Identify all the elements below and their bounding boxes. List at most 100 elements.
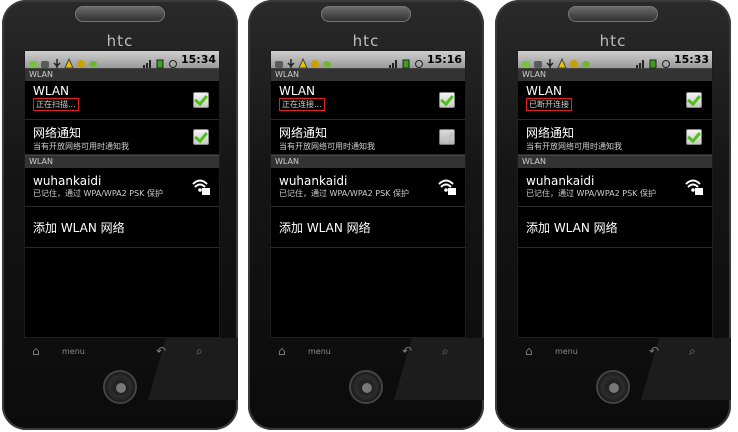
notify-title: 网络通知 bbox=[526, 126, 575, 140]
signal-icon bbox=[388, 54, 398, 68]
signal-icon bbox=[635, 54, 645, 68]
wlan-toggle-row[interactable]: WLAN 已断开连接 bbox=[518, 81, 712, 120]
wlan-title: WLAN bbox=[33, 84, 70, 98]
add-network-label: 添加 WLAN 网络 bbox=[279, 221, 371, 235]
phone-3: htc 15:33 WLAN WLAN 已断开连接 网络通知 当有开放网络可用时… bbox=[495, 0, 731, 430]
notify-checkbox[interactable] bbox=[193, 128, 209, 145]
usb-icon bbox=[52, 54, 62, 68]
earpiece-speaker bbox=[75, 6, 165, 22]
phone-1: htc 15:34 WLAN WLAN 正在扫描... 网络通知 当有开放网络可… bbox=[2, 0, 238, 430]
wlan-title: WLAN bbox=[526, 84, 563, 98]
app-icon bbox=[76, 54, 86, 68]
wlan-status: 正在扫描... bbox=[33, 98, 219, 111]
wlan-title: WLAN bbox=[279, 84, 316, 98]
optical-trackpad[interactable] bbox=[349, 370, 383, 404]
back-icon[interactable]: ↶ bbox=[649, 344, 659, 358]
add-network-row[interactable]: 添加 WLAN 网络 bbox=[271, 207, 465, 248]
check-icon bbox=[687, 128, 701, 144]
networks-section-header: WLAN bbox=[25, 155, 219, 168]
android-icon bbox=[274, 54, 284, 68]
search-icon[interactable]: ⌕ bbox=[196, 344, 203, 359]
wlan-checkbox[interactable] bbox=[193, 91, 209, 108]
check-icon bbox=[194, 91, 208, 107]
check-icon bbox=[687, 91, 701, 107]
section-header: WLAN bbox=[25, 68, 219, 81]
battery-icon bbox=[155, 54, 165, 69]
phone-2: htc 15:16 WLAN WLAN 正在连接... 网络通知 当有开放网络可… bbox=[248, 0, 484, 430]
nav-bar: ⌂ menu ↶ ⌕ bbox=[517, 340, 711, 366]
network-notification-row[interactable]: 网络通知 当有开放网络可用时通知我 bbox=[518, 120, 712, 155]
section-header: WLAN bbox=[271, 68, 465, 81]
usb-icon bbox=[286, 54, 296, 68]
notify-checkbox[interactable] bbox=[686, 128, 702, 145]
add-network-row[interactable]: 添加 WLAN 网络 bbox=[25, 207, 219, 248]
menu-button[interactable]: menu bbox=[308, 347, 331, 356]
home-icon[interactable]: ⌂ bbox=[32, 344, 40, 358]
app-icon bbox=[310, 54, 320, 68]
back-icon[interactable]: ↶ bbox=[156, 344, 166, 358]
clock: 15:16 bbox=[426, 53, 462, 66]
menu-button[interactable]: menu bbox=[555, 347, 578, 356]
app-icon bbox=[569, 54, 579, 68]
section-header: WLAN bbox=[518, 68, 712, 81]
status-bar: 15:33 bbox=[518, 51, 712, 69]
wlan-checkbox[interactable] bbox=[439, 91, 455, 108]
notify-title: 网络通知 bbox=[279, 126, 328, 140]
optical-trackpad[interactable] bbox=[596, 370, 630, 404]
status-bar: 15:16 bbox=[271, 51, 465, 69]
add-network-row[interactable]: 添加 WLAN 网络 bbox=[518, 207, 712, 248]
check-icon bbox=[194, 128, 208, 144]
wifi-lock-icon bbox=[685, 179, 703, 195]
warning-icon bbox=[557, 54, 567, 69]
nav-bar: ⌂ menu ↶ ⌕ bbox=[24, 340, 218, 366]
notify-sub: 当有开放网络可用时通知我 bbox=[33, 142, 129, 151]
screen: 15:34 WLAN WLAN 正在扫描... 网络通知 当有开放网络可用时通知… bbox=[24, 50, 220, 338]
home-icon[interactable]: ⌂ bbox=[278, 344, 286, 358]
nav-bar: ⌂ menu ↶ ⌕ bbox=[270, 340, 464, 366]
wlan-status: 正在连接... bbox=[279, 98, 465, 111]
network-row[interactable]: wuhankaidi 已记住，通过 WPA/WPA2 PSK 保护 bbox=[518, 168, 712, 207]
network-row[interactable]: wuhankaidi 已记住，通过 WPA/WPA2 PSK 保护 bbox=[25, 168, 219, 207]
search-icon[interactable]: ⌕ bbox=[442, 344, 449, 359]
wlan-status: 已断开连接 bbox=[526, 98, 712, 111]
screen: 15:16 WLAN WLAN 正在连接... 网络通知 当有开放网络可用时通知… bbox=[270, 50, 466, 338]
battery-icon bbox=[401, 54, 411, 69]
search-icon[interactable]: ⌕ bbox=[689, 344, 696, 359]
battery-icon bbox=[648, 54, 658, 69]
wlan-toggle-row[interactable]: WLAN 正在扫描... bbox=[25, 81, 219, 120]
check-icon bbox=[440, 128, 454, 144]
earpiece-speaker bbox=[321, 6, 411, 22]
warning-icon bbox=[64, 54, 74, 69]
add-network-label: 添加 WLAN 网络 bbox=[33, 221, 125, 235]
brand-logo: htc bbox=[352, 32, 380, 50]
network-notification-row[interactable]: 网络通知 当有开放网络可用时通知我 bbox=[271, 120, 465, 155]
clock: 15:34 bbox=[180, 53, 216, 66]
signal-icon bbox=[142, 54, 152, 68]
notify-checkbox[interactable] bbox=[439, 128, 455, 145]
screen: 15:33 WLAN WLAN 已断开连接 网络通知 当有开放网络可用时通知我 … bbox=[517, 50, 713, 338]
network-row[interactable]: wuhankaidi 已记住，通过 WPA/WPA2 PSK 保护 bbox=[271, 168, 465, 207]
bug-icon bbox=[581, 54, 591, 67]
usb-icon bbox=[545, 54, 555, 68]
menu-button[interactable]: menu bbox=[62, 347, 85, 356]
brand-logo: htc bbox=[106, 32, 134, 50]
optical-trackpad[interactable] bbox=[103, 370, 137, 404]
home-icon[interactable]: ⌂ bbox=[525, 344, 533, 358]
wlan-checkbox[interactable] bbox=[686, 91, 702, 108]
clock: 15:33 bbox=[673, 53, 709, 66]
warning-icon bbox=[298, 54, 308, 69]
android-icon bbox=[28, 54, 38, 68]
alarm-icon bbox=[661, 54, 671, 68]
network-notification-row[interactable]: 网络通知 当有开放网络可用时通知我 bbox=[25, 120, 219, 155]
wlan-toggle-row[interactable]: WLAN 正在连接... bbox=[271, 81, 465, 120]
add-network-label: 添加 WLAN 网络 bbox=[526, 221, 618, 235]
check-icon bbox=[440, 91, 454, 107]
brand-logo: htc bbox=[599, 32, 627, 50]
status-highlight: 已断开连接 bbox=[526, 98, 572, 111]
android-icon bbox=[521, 54, 531, 68]
notify-title: 网络通知 bbox=[33, 126, 82, 140]
notify-sub: 当有开放网络可用时通知我 bbox=[526, 142, 622, 151]
networks-section-header: WLAN bbox=[271, 155, 465, 168]
status-highlight: 正在扫描... bbox=[33, 98, 79, 111]
back-icon[interactable]: ↶ bbox=[402, 344, 412, 358]
